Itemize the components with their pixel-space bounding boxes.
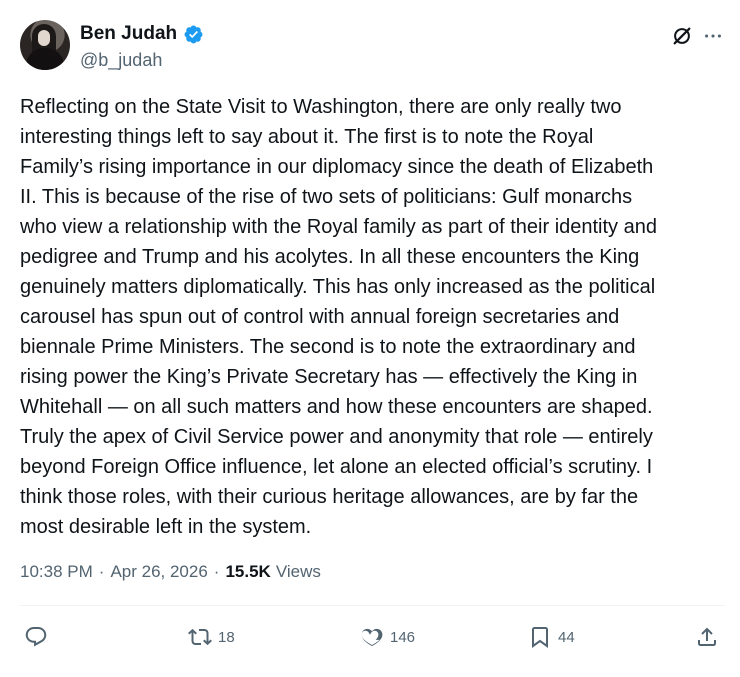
bookmark-count: 44: [558, 628, 575, 646]
tweet-text-line: genuinely matters diplomatically. This h…: [20, 276, 656, 298]
divider: [20, 605, 725, 606]
tweet-text-line: pedigree and Trump and his acolytes. In …: [20, 246, 640, 268]
tweet-text-line: Reflecting on the State Visit to Washing…: [20, 96, 622, 118]
tweet-text-line: Truly the apex of Civil Service power an…: [20, 426, 653, 448]
tweet-time[interactable]: 10:38 PM: [20, 562, 93, 582]
views-label: Views: [275, 562, 321, 581]
retweet-count: 18: [218, 628, 235, 646]
tweet-metadata: 10:38 PM · Apr 26, 2026 · 15.5K Views: [20, 562, 321, 582]
meta-separator: ·: [98, 562, 105, 581]
tweet-text-line: Family’s rising importance in our diplom…: [20, 156, 654, 178]
grok-icon[interactable]: [669, 23, 695, 49]
tweet-header: Ben Judah @b_judah: [20, 20, 725, 76]
avatar[interactable]: [20, 20, 70, 70]
bookmark-button[interactable]: 44: [528, 620, 575, 654]
author-handle[interactable]: @b_judah: [80, 50, 204, 71]
tweet-text-line: interesting things left to say about it.…: [20, 126, 594, 148]
tweet-text-line: most desirable left in the system.: [20, 516, 312, 538]
tweet-text-line: beyond Foreign Office influence, let alo…: [20, 456, 653, 478]
display-name-row: Ben Judah: [80, 22, 204, 46]
tweet-text: Reflecting on the State Visit to Washing…: [20, 92, 730, 542]
share-button[interactable]: [695, 620, 719, 654]
heart-icon: [360, 625, 384, 649]
views-count: 15.5K: [225, 562, 271, 581]
reply-button[interactable]: [24, 620, 54, 654]
tweet-text-line: Whitehall — on all such matters and how …: [20, 396, 653, 418]
verified-badge-icon[interactable]: [183, 24, 204, 45]
like-count: 146: [390, 628, 416, 646]
like-button[interactable]: 146: [360, 620, 415, 654]
tweet-date[interactable]: Apr 26, 2026: [110, 562, 207, 582]
meta-separator: ·: [213, 562, 220, 581]
tweet-actions: 18 146 44: [20, 620, 725, 654]
tweet-text-line: rising power the King’s Private Secretar…: [20, 366, 638, 388]
reply-icon: [24, 625, 48, 649]
bookmark-icon: [528, 625, 552, 649]
retweet-icon: [188, 625, 212, 649]
more-options-icon[interactable]: [700, 23, 726, 49]
share-icon: [695, 625, 719, 649]
tweet-text-line: biennale Prime Ministers. The second is …: [20, 336, 636, 358]
retweet-button[interactable]: 18: [188, 620, 235, 654]
author-block: Ben Judah @b_judah: [80, 22, 204, 71]
tweet-text-line: who view a relationship with the Royal f…: [20, 216, 657, 238]
tweet-text-line: carousel has spun out of control with an…: [20, 306, 620, 328]
tweet-text-line: II. This is because of the rise of two s…: [20, 186, 633, 208]
author-display-name[interactable]: Ben Judah: [80, 23, 177, 45]
tweet-text-line: think those roles, with their curious he…: [20, 486, 639, 508]
